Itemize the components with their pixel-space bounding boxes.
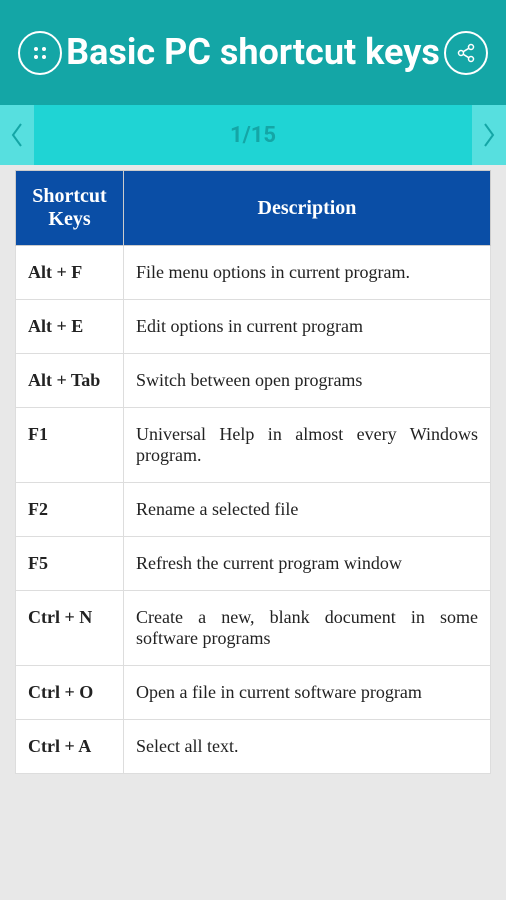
table-row: Alt + FFile menu options in current prog…: [16, 246, 491, 300]
pagination-bar: 1/15: [0, 105, 506, 165]
table-row: F2Rename a selected file: [16, 483, 491, 537]
next-page-button[interactable]: [472, 105, 506, 165]
share-button[interactable]: [444, 31, 488, 75]
shortcut-key-cell: Ctrl + A: [16, 720, 124, 774]
chevron-right-icon: [482, 121, 496, 149]
page-indicator: 1/15: [230, 123, 276, 148]
header-description: Description: [124, 171, 491, 246]
shortcut-key-cell: F2: [16, 483, 124, 537]
grid-icon: [33, 46, 47, 60]
shortcut-desc-cell: File menu options in current program.: [124, 246, 491, 300]
app-header: Basic PC shortcut keys: [0, 0, 506, 105]
menu-button[interactable]: [18, 31, 62, 75]
table-row: Ctrl + ASelect all text.: [16, 720, 491, 774]
shortcut-key-cell: Alt + Tab: [16, 354, 124, 408]
shortcut-key-cell: Ctrl + O: [16, 666, 124, 720]
shortcut-desc-cell: Open a file in current software program: [124, 666, 491, 720]
shortcut-desc-cell: Create a new, blank document in some sof…: [124, 591, 491, 666]
prev-page-button[interactable]: [0, 105, 34, 165]
table-row: Ctrl + NCreate a new, blank document in …: [16, 591, 491, 666]
shortcut-key-cell: F1: [16, 408, 124, 483]
shortcut-key-cell: Alt + E: [16, 300, 124, 354]
chevron-left-icon: [10, 121, 24, 149]
shortcut-desc-cell: Rename a selected file: [124, 483, 491, 537]
page-title: Basic PC shortcut keys: [62, 33, 444, 73]
table-row: Ctrl + OOpen a file in current software …: [16, 666, 491, 720]
shortcut-desc-cell: Refresh the current program window: [124, 537, 491, 591]
header-keys: Shortcut Keys: [16, 171, 124, 246]
content-area: Shortcut Keys Description Alt + FFile me…: [0, 165, 506, 900]
shortcut-key-cell: Ctrl + N: [16, 591, 124, 666]
table-row: Alt + EEdit options in current program: [16, 300, 491, 354]
shortcut-desc-cell: Universal Help in almost every Windows p…: [124, 408, 491, 483]
shortcut-key-cell: F5: [16, 537, 124, 591]
table-row: Alt + TabSwitch between open programs: [16, 354, 491, 408]
table-row: F1Universal Help in almost every Windows…: [16, 408, 491, 483]
shortcut-key-cell: Alt + F: [16, 246, 124, 300]
shortcut-desc-cell: Select all text.: [124, 720, 491, 774]
shortcut-desc-cell: Switch between open programs: [124, 354, 491, 408]
shortcuts-table: Shortcut Keys Description Alt + FFile me…: [15, 170, 491, 774]
table-header-row: Shortcut Keys Description: [16, 171, 491, 246]
shortcut-desc-cell: Edit options in current program: [124, 300, 491, 354]
table-row: F5Refresh the current program window: [16, 537, 491, 591]
share-icon: [456, 43, 476, 63]
